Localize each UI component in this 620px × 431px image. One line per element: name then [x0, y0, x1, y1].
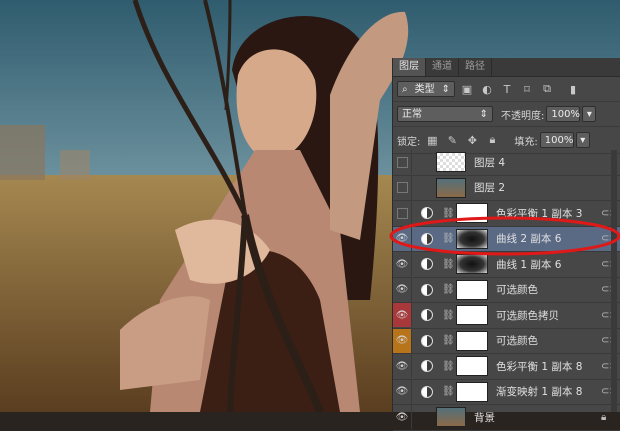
layer-name[interactable]: 色彩平衡 1 副本 8 — [496, 359, 601, 374]
layer-name[interactable]: 可选颜色 — [496, 333, 601, 348]
layer-row[interactable]: 👁︎ ⛓ 渐变映射 1 副本 8 ⊂⊃ — [393, 379, 620, 405]
adjustment-layer-icon — [418, 383, 436, 401]
layer-thumbnail — [436, 407, 466, 428]
adjustment-layer-icon — [418, 204, 436, 222]
lock-all-icon[interactable]: 🔒︎ — [484, 132, 500, 148]
link-icon[interactable]: ⛓ — [442, 335, 455, 346]
eye-icon[interactable]: 👁︎ — [393, 277, 412, 302]
link-icon[interactable]: ⛓ — [442, 233, 455, 244]
layer-thumbnail — [436, 177, 466, 198]
layer-row[interactable]: 👁︎ ⛓ 色彩平衡 1 副本 8 ⊂⊃ — [393, 354, 620, 380]
layer-name[interactable]: 可选颜色 — [496, 282, 601, 297]
adjustment-layer-icon — [418, 332, 436, 350]
layer-mask-thumbnail[interactable] — [456, 254, 488, 275]
layer-name[interactable]: 曲线 2 副本 6 — [496, 231, 601, 246]
link-icon[interactable]: ⛓ — [442, 284, 455, 295]
image-filter-icon[interactable]: ▣ — [459, 81, 475, 97]
link-icon[interactable]: ⛓ — [442, 208, 455, 219]
layer-mask-thumbnail[interactable] — [456, 381, 488, 402]
opacity-input[interactable]: 100% — [546, 106, 581, 122]
filter-row: ⌕ 类型 ⇕ ▣ ◐ T ⌑ ⧉ ▮ — [393, 77, 620, 102]
eye-icon[interactable]: 👁︎ — [393, 405, 412, 430]
layer-name[interactable]: 背景 — [474, 410, 601, 425]
opacity-dropdown-icon[interactable]: ▾ — [582, 106, 597, 122]
adjustment-layer-icon — [418, 357, 436, 375]
adjustment-layer-icon — [418, 306, 436, 324]
layer-name[interactable]: 图层 4 — [474, 155, 620, 170]
layer-row[interactable]: ⛓ 色彩平衡 1 副本 3 ⊂⊃ — [393, 201, 620, 227]
eye-icon[interactable]: 👁︎ — [393, 252, 412, 277]
link-icon[interactable]: ⛓ — [442, 386, 455, 397]
blend-mode-select[interactable]: 正常 ⇕ — [397, 106, 493, 122]
layer-name[interactable]: 图层 2 — [474, 180, 620, 195]
smart-object-filter-icon[interactable]: ⧉ — [539, 81, 555, 97]
layer-row[interactable]: 图层 2 — [393, 175, 620, 201]
filter-kind-select[interactable]: ⌕ 类型 ⇕ — [397, 81, 455, 97]
eye-icon[interactable]: 👁︎ — [393, 303, 412, 328]
filter-kind-value: 类型 — [414, 84, 435, 95]
search-icon: ⌕ — [402, 84, 408, 95]
eye-icon[interactable]: 👁︎ — [393, 226, 412, 251]
layers-list: 图层 4 图层 2 ⛓ 色彩平衡 1 副本 3 ⊂⊃ 👁︎ ⛓ 曲线 2 副本 6 ⊂⊃ 👁︎ ⛓ 曲… — [393, 150, 620, 431]
layer-row[interactable]: 👁︎ ⛓ 曲线 1 副本 6 ⊂⊃ — [393, 252, 620, 278]
visibility-off-icon[interactable] — [393, 175, 412, 200]
layer-thumbnail — [436, 152, 466, 173]
link-icon[interactable]: ⛓ — [442, 361, 455, 372]
tab-layers[interactable]: 图层 — [393, 58, 426, 76]
tab-channels[interactable]: 通道 — [426, 58, 459, 76]
adjustment-layer-icon — [418, 255, 436, 273]
layer-row[interactable]: 👁︎ ⛓ 可选颜色 ⊂⊃ — [393, 277, 620, 303]
layer-mask-thumbnail[interactable] — [456, 305, 488, 326]
layer-row[interactable]: 图层 4 — [393, 150, 620, 176]
tab-paths[interactable]: 路径 — [459, 58, 492, 76]
eye-icon[interactable]: 👁︎ — [393, 379, 412, 404]
blend-row: 正常 ⇕ 不透明度: 100% ▾ — [393, 102, 620, 127]
lock-transparent-icon[interactable]: ▦ — [424, 132, 440, 148]
lock-icon: 🔒︎ — [601, 411, 607, 423]
layer-mask-thumbnail[interactable] — [456, 203, 488, 224]
opacity-label: 不透明度: — [501, 110, 545, 122]
layer-name[interactable]: 可选颜色拷贝 — [496, 308, 601, 323]
layer-row[interactable]: 👁︎ ⛓ 曲线 2 副本 6 ⊂⊃ — [393, 226, 620, 252]
adjustment-layer-icon — [418, 281, 436, 299]
layer-mask-thumbnail[interactable] — [456, 356, 488, 377]
layer-name[interactable]: 曲线 1 副本 6 — [496, 257, 601, 272]
layer-mask-thumbnail[interactable] — [456, 330, 488, 351]
adjustment-layer-icon — [418, 230, 436, 248]
adjustment-filter-icon[interactable]: ◐ — [479, 81, 495, 97]
shape-filter-icon[interactable]: ⌑ — [519, 81, 535, 97]
layer-mask-thumbnail[interactable] — [456, 279, 488, 300]
fill-input[interactable]: 100% — [539, 132, 574, 148]
eye-icon[interactable]: 👁︎ — [393, 354, 412, 379]
layer-row[interactable]: 👁︎ 背景 🔒︎ — [393, 405, 620, 431]
lock-label: 锁定: — [397, 136, 421, 148]
eye-icon[interactable]: 👁︎ — [393, 328, 412, 353]
link-icon[interactable]: ⛓ — [442, 259, 455, 270]
layers-panel: 图层 通道 路径 ⌕ 类型 ⇕ ▣ ◐ T ⌑ ⧉ ▮ 正常 ⇕ 不透明度: 1… — [392, 58, 620, 431]
chevron-updown-icon: ⇕ — [441, 84, 450, 95]
visibility-off-icon[interactable] — [393, 201, 412, 226]
visibility-off-icon[interactable] — [393, 150, 412, 175]
filter-toggle-icon[interactable]: ▮ — [565, 81, 581, 97]
lock-brush-icon[interactable]: ✎ — [444, 132, 460, 148]
fill-dropdown-icon[interactable]: ▾ — [575, 132, 590, 148]
layer-name[interactable]: 色彩平衡 1 副本 3 — [496, 206, 601, 221]
layer-name[interactable]: 渐变映射 1 副本 8 — [496, 384, 601, 399]
layer-row[interactable]: 👁︎ ⛓ 可选颜色拷贝 ⊂⊃ — [393, 303, 620, 329]
layer-mask-thumbnail[interactable] — [456, 228, 488, 249]
type-filter-icon[interactable]: T — [499, 81, 515, 97]
blend-mode-value: 正常 — [402, 109, 422, 120]
chevron-updown-icon: ⇕ — [479, 109, 488, 120]
panel-tabs: 图层 通道 路径 — [393, 58, 620, 77]
link-icon[interactable]: ⛓ — [442, 310, 455, 321]
lock-move-icon[interactable]: ✥ — [464, 132, 480, 148]
fill-label: 填充: — [514, 136, 538, 148]
layer-row[interactable]: 👁︎ ⛓ 可选颜色 ⊂⊃ — [393, 328, 620, 354]
layers-scrollbar[interactable] — [611, 150, 617, 412]
